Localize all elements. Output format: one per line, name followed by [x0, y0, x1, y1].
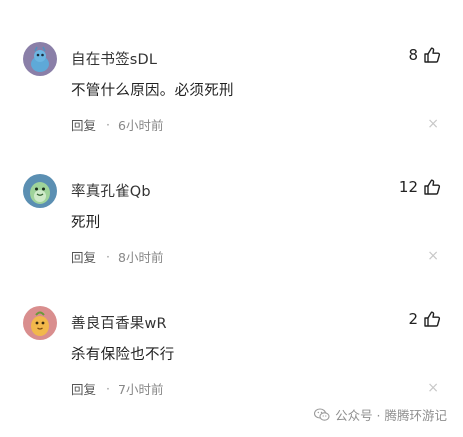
thumbs-up-icon — [424, 179, 441, 195]
thumbs-up-icon — [424, 311, 441, 327]
like-count: 12 — [398, 178, 418, 196]
username[interactable]: 自在书签sDL — [71, 48, 157, 69]
username[interactable]: 善良百香果wR — [71, 312, 167, 333]
timestamp: 6小时前 — [118, 118, 164, 133]
meta-separator: · — [106, 249, 110, 264]
timestamp: 8小时前 — [118, 250, 164, 265]
like-button[interactable]: 8 — [408, 46, 441, 64]
comment-text: 杀有保险也不行 — [71, 347, 175, 363]
thumbs-up-icon — [424, 47, 441, 63]
avatar[interactable] — [23, 42, 57, 76]
comment-item: 率真孔雀Qb 12 死刑 回复 · 8小时前 × — [0, 174, 463, 294]
avatar[interactable] — [23, 306, 57, 340]
timestamp: 7小时前 — [118, 382, 164, 397]
comment-item: 自在书签sDL 8 不管什么原因。必须死刑 回复 · 6小时前 × — [0, 42, 463, 162]
watermark: 公众号 · 腾腾环游记 — [314, 405, 447, 424]
close-icon[interactable]: × — [427, 381, 439, 395]
reply-button[interactable]: 回复 — [71, 247, 96, 266]
comment-meta: 回复 · 6小时前 — [71, 115, 163, 134]
watermark-text: 公众号 · 腾腾环游记 — [335, 408, 447, 423]
close-icon[interactable]: × — [427, 249, 439, 263]
comment-text: 死刑 — [71, 215, 101, 231]
meta-separator: · — [106, 117, 110, 132]
username[interactable]: 率真孔雀Qb — [71, 180, 151, 201]
reply-button[interactable]: 回复 — [71, 115, 96, 134]
reply-button[interactable]: 回复 — [71, 379, 96, 398]
comment-meta: 回复 · 8小时前 — [71, 247, 163, 266]
comment-meta: 回复 · 7小时前 — [71, 379, 163, 398]
meta-separator: · — [106, 381, 110, 396]
comment-text: 不管什么原因。必须死刑 — [71, 83, 234, 99]
like-button[interactable]: 12 — [399, 178, 441, 196]
close-icon[interactable]: × — [427, 117, 439, 131]
like-count: 2 — [408, 310, 418, 328]
like-button[interactable]: 2 — [408, 310, 441, 328]
like-count: 8 — [408, 46, 418, 64]
avatar[interactable] — [23, 174, 57, 208]
wechat-icon — [314, 407, 330, 421]
